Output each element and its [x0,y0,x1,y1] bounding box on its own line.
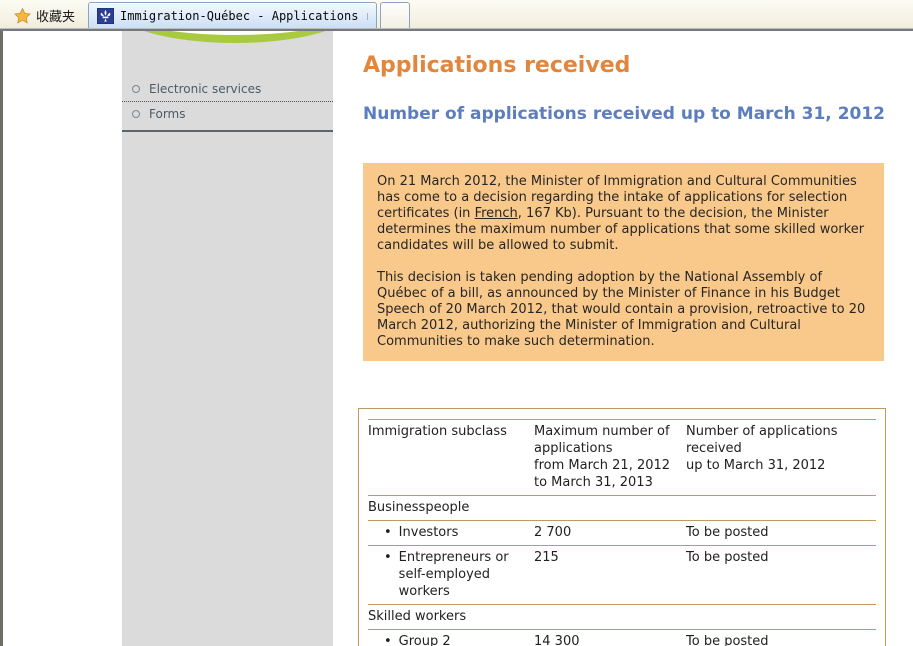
sidebar-item-label: Electronic services [149,82,261,96]
sidebar: Electronic services Forms [122,31,333,646]
circle-bullet-icon [132,85,140,93]
bullet-icon [384,524,392,541]
section-label-skilled-workers: Skilled workers [368,605,876,630]
star-icon [14,8,31,24]
row-label-group-2: Group 2 [399,633,451,646]
applications-table-container: Immigration subclass Maximum number of a… [358,408,886,646]
row-max-entrepreneurs: 215 [534,546,686,605]
sidebar-divider [122,130,333,132]
green-swoosh-decoration [116,31,354,43]
row-max-group-2: 14 300 [534,630,686,646]
header-maximum-applications: Maximum number of applications from Marc… [534,420,686,496]
section-title: Number of applications received up to Ma… [363,104,913,125]
row-label-entrepreneurs: Entrepreneurs or self-employed workers [399,549,530,600]
browser-toolbar: 收藏夹 Immigration-Québec - Applications re… [0,0,913,31]
row-label-investors: Investors [399,524,459,541]
left-margin [3,31,122,646]
notice-paragraph-1: On 21 March 2012, the Minister of Immigr… [377,174,870,254]
favorites-label: 收藏夹 [36,6,75,25]
table-row: Entrepreneurs or self-employed workers 2… [368,546,876,605]
row-received-investors: To be posted [686,521,876,546]
sidebar-item-forms[interactable]: Forms [122,102,333,126]
bullet-icon [384,633,392,646]
sidebar-item-label: Forms [149,107,185,121]
page-title: Applications received [363,54,913,78]
page-content: Electronic services Forms Applications r… [0,31,913,646]
fleur-de-lis-icon [97,8,114,24]
row-received-entrepreneurs: To be posted [686,546,876,605]
table-row: Skilled workers [368,605,876,630]
sidebar-item-electronic-services[interactable]: Electronic services [122,77,333,102]
new-tab-stub[interactable] [380,2,410,29]
table-row: Investors 2 700 To be posted [368,521,876,546]
table-header-row: Immigration subclass Maximum number of a… [368,420,876,496]
sidebar-nav: Electronic services Forms [122,77,333,132]
main-content: Applications received Number of applicat… [333,31,913,646]
tab-immigration-quebec[interactable]: Immigration-Québec - Applications receiv… [88,2,377,29]
bullet-icon [384,549,392,600]
favorites-button[interactable]: 收藏夹 [6,3,83,28]
table-row: Businesspeople [368,496,876,521]
french-document-link[interactable]: French [475,206,518,221]
row-max-investors: 2 700 [534,521,686,546]
section-label-businesspeople: Businesspeople [368,496,876,521]
circle-bullet-icon [132,110,140,118]
notice-paragraph-2: This decision is taken pending adoption … [377,270,870,350]
header-immigration-subclass: Immigration subclass [368,420,534,496]
tab-title: Immigration-Québec - Applications receiv… [120,9,368,23]
notice-box: On 21 March 2012, the Minister of Immigr… [363,163,884,361]
header-applications-received: Number of applications received up to Ma… [686,420,876,496]
table-row: Group 2 14 300 To be posted [368,630,876,646]
applications-table: Immigration subclass Maximum number of a… [368,419,876,646]
row-received-group-2: To be posted [686,630,876,646]
